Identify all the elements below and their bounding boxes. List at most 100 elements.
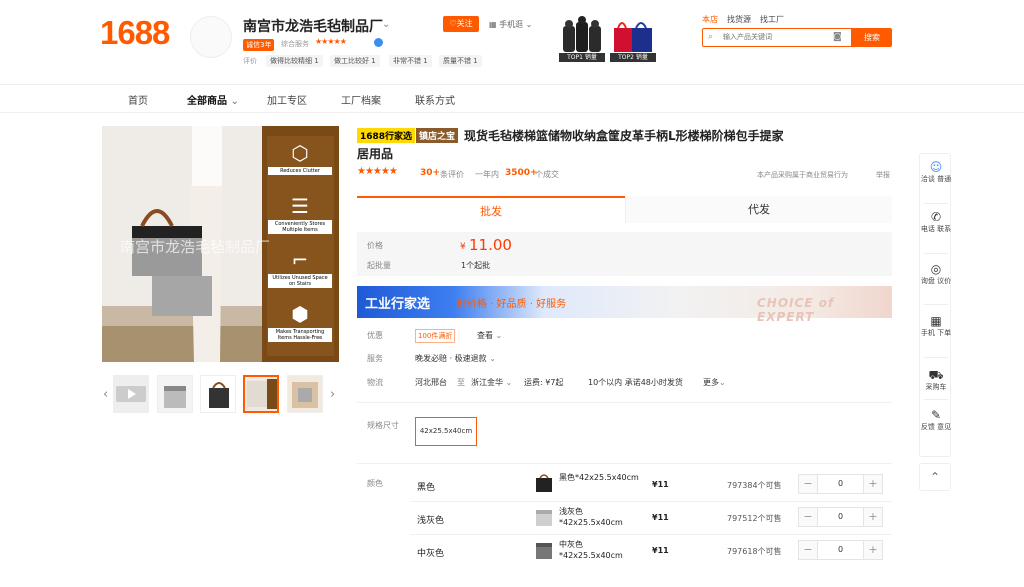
minus-button[interactable]: − bbox=[799, 475, 817, 493]
sku-desc: 浅灰色*42x25.5x40cm bbox=[559, 507, 623, 527]
follow-label: 关注 bbox=[456, 19, 473, 28]
ship-to-label: 浙江金华 bbox=[471, 378, 503, 387]
feature-label: Utilizes Unused Space on Stairs bbox=[268, 274, 332, 288]
service-row-label: 服务 bbox=[367, 354, 383, 363]
quantity-input[interactable]: 0 bbox=[817, 541, 864, 559]
chevron-left-icon[interactable]: ‹ bbox=[103, 387, 108, 402]
nav-home[interactable]: 首页 bbox=[128, 92, 148, 107]
expert-choice-banner[interactable]: 工业行家选 好价格 · 好品质 · 好服务 CHOICE of EXPERT bbox=[357, 286, 892, 324]
shop-name[interactable]: 南宫市龙浩毛毡制品厂 bbox=[243, 16, 383, 36]
service-value[interactable]: 晚发必赔 · 极速退款 ⌄ bbox=[415, 353, 496, 364]
price-box: 价格 ¥ 11.00 起批量 1个起批 bbox=[357, 232, 892, 276]
ship-more[interactable]: 更多⌄ bbox=[703, 377, 726, 388]
banner-english: CHOICE of EXPERT bbox=[757, 296, 835, 324]
plus-button[interactable]: + bbox=[864, 475, 882, 493]
shop-avatar[interactable] bbox=[190, 16, 232, 58]
spec-label: 规格尺寸 bbox=[367, 421, 399, 430]
nav-processing[interactable]: 加工专区 bbox=[267, 92, 307, 107]
top2-badge[interactable]: TOP2 销量 bbox=[610, 16, 656, 62]
nav-contact[interactable]: 联系方式 bbox=[415, 92, 455, 107]
top2-label: TOP2 销量 bbox=[610, 53, 656, 62]
sku-thumb[interactable] bbox=[534, 472, 554, 494]
main-product-image[interactable]: 南宫市龙浩毛毡制品厂 ⬡ Reduces Clutter ☰ Convenien… bbox=[102, 126, 339, 362]
sku-desc: 中灰色*42x25.5x40cm bbox=[559, 540, 623, 560]
nav-factory-profile[interactable]: 工厂档案 bbox=[341, 92, 381, 107]
plus-button[interactable]: + bbox=[864, 508, 882, 526]
minus-button[interactable]: − bbox=[799, 541, 817, 559]
sku-color: 中灰色 bbox=[417, 549, 445, 559]
rail-chat[interactable]: ☺ 洽谈 普通 bbox=[920, 160, 952, 184]
banner-slogan: 好价格 · 好品质 · 好服务 bbox=[457, 299, 567, 310]
thumbnail[interactable] bbox=[200, 375, 236, 413]
divider bbox=[410, 534, 892, 535]
minus-button[interactable]: − bbox=[799, 508, 817, 526]
top1-badge[interactable]: TOP1 销量 bbox=[559, 16, 605, 62]
sku-thumb[interactable] bbox=[534, 506, 554, 528]
mobile-link[interactable]: ▦ 手机逛 ⌄ bbox=[489, 19, 532, 30]
feature-3: ⌐ Utilizes Unused Space on Stairs bbox=[268, 248, 332, 298]
quantity-input[interactable]: 0 bbox=[817, 475, 864, 493]
color-label: 颜色 bbox=[367, 479, 383, 488]
rail-mobile-order[interactable]: ▦ 手机 下单 bbox=[920, 314, 952, 338]
camera-icon[interactable]: ◙ bbox=[833, 32, 842, 42]
search-tab-shop[interactable]: 本店 bbox=[702, 14, 718, 25]
sku-desc: 黑色*42x25.5x40cm bbox=[559, 473, 639, 482]
nav-all-products[interactable]: 全部商品 ⌄ bbox=[187, 92, 239, 107]
spec-option[interactable]: 42x25.5x40cm bbox=[415, 417, 477, 446]
basket-thumb bbox=[164, 386, 186, 408]
search-input[interactable] bbox=[723, 33, 823, 41]
review-label: 评价 bbox=[243, 57, 257, 65]
tab-wholesale[interactable]: 批发 bbox=[357, 196, 625, 223]
thumbnail[interactable] bbox=[157, 375, 193, 413]
rail-phone[interactable]: ✆ 电话 联系 bbox=[920, 210, 952, 234]
moq-value: 1个起批 bbox=[461, 261, 491, 270]
rail-inquiry[interactable]: ◎ 询盘 议价 bbox=[920, 262, 952, 286]
sku-stock: 797618个可售 bbox=[727, 547, 782, 556]
rail-feedback[interactable]: ✎ 反馈 意见 bbox=[920, 408, 952, 432]
watermark: 南宫市龙浩毛毡制品厂 bbox=[120, 238, 271, 256]
rail-label: 洽谈 普通 bbox=[920, 175, 952, 183]
feature-1: ⬡ Reduces Clutter bbox=[268, 141, 332, 191]
ship-fee: 运费: ¥7起 bbox=[524, 378, 564, 387]
rail-label: 反馈 意见 bbox=[920, 423, 952, 431]
quantity-stepper: − 0 + bbox=[798, 474, 883, 494]
service-stars: ★★★★★ bbox=[315, 37, 347, 46]
report-link[interactable]: 举报 bbox=[876, 170, 890, 180]
plus-button[interactable]: + bbox=[864, 541, 882, 559]
ship-to[interactable]: 浙江金华 ⌄ bbox=[471, 377, 512, 388]
price-value: 11.00 bbox=[469, 236, 512, 254]
banner-title: 工业行家选 bbox=[365, 297, 431, 312]
divider bbox=[0, 84, 1024, 85]
search-tab-source[interactable]: 找货源 bbox=[727, 14, 751, 25]
rail-cart[interactable]: ⛟ 采购车 bbox=[920, 368, 952, 392]
shipping-label: 物流 bbox=[367, 378, 383, 387]
feature-4: ⬢ Makes Transporting Items Hassle-Free bbox=[268, 302, 332, 356]
thumbnail-video[interactable] bbox=[113, 375, 149, 413]
site-logo[interactable]: 1688 bbox=[100, 14, 170, 52]
divider bbox=[924, 253, 948, 254]
chevron-down-icon: ⌄ bbox=[719, 378, 726, 387]
search-button[interactable]: 搜索 bbox=[852, 28, 892, 47]
thumbnail-active[interactable] bbox=[243, 375, 279, 413]
basket-thumb bbox=[292, 382, 318, 408]
mobile-label: 手机逛 bbox=[499, 20, 524, 29]
feature-label: Conveniently Stores Multiple Items bbox=[268, 220, 332, 234]
promo-tag[interactable]: 100件满折 bbox=[415, 329, 456, 343]
review-tag: 非常不错 1 bbox=[389, 55, 432, 67]
thumbnail[interactable] bbox=[287, 375, 323, 413]
service-value-label: 晚发必赔 · 极速退款 bbox=[415, 354, 487, 363]
feature-label: Makes Transporting Items Hassle-Free bbox=[268, 328, 332, 342]
search-tab-factory[interactable]: 找工厂 bbox=[760, 14, 784, 25]
review-count[interactable]: 30+ bbox=[420, 168, 440, 178]
tab-dropship[interactable]: 代发 bbox=[625, 196, 892, 223]
chevron-right-icon[interactable]: › bbox=[330, 387, 335, 402]
follow-button[interactable]: ♡关注 bbox=[443, 16, 479, 32]
review-tag: 做工比较好 1 bbox=[330, 55, 380, 67]
sku-color: 浅灰色 bbox=[417, 516, 445, 526]
quantity-input[interactable]: 0 bbox=[817, 508, 864, 526]
back-to-top-button[interactable]: ⌃ bbox=[919, 463, 951, 491]
sku-thumb[interactable] bbox=[534, 539, 554, 561]
promo-more[interactable]: 查看 ⌄ bbox=[477, 330, 502, 341]
chevron-down-icon[interactable]: ⌄ bbox=[382, 19, 390, 30]
chevron-down-icon: ⌄ bbox=[230, 96, 239, 107]
